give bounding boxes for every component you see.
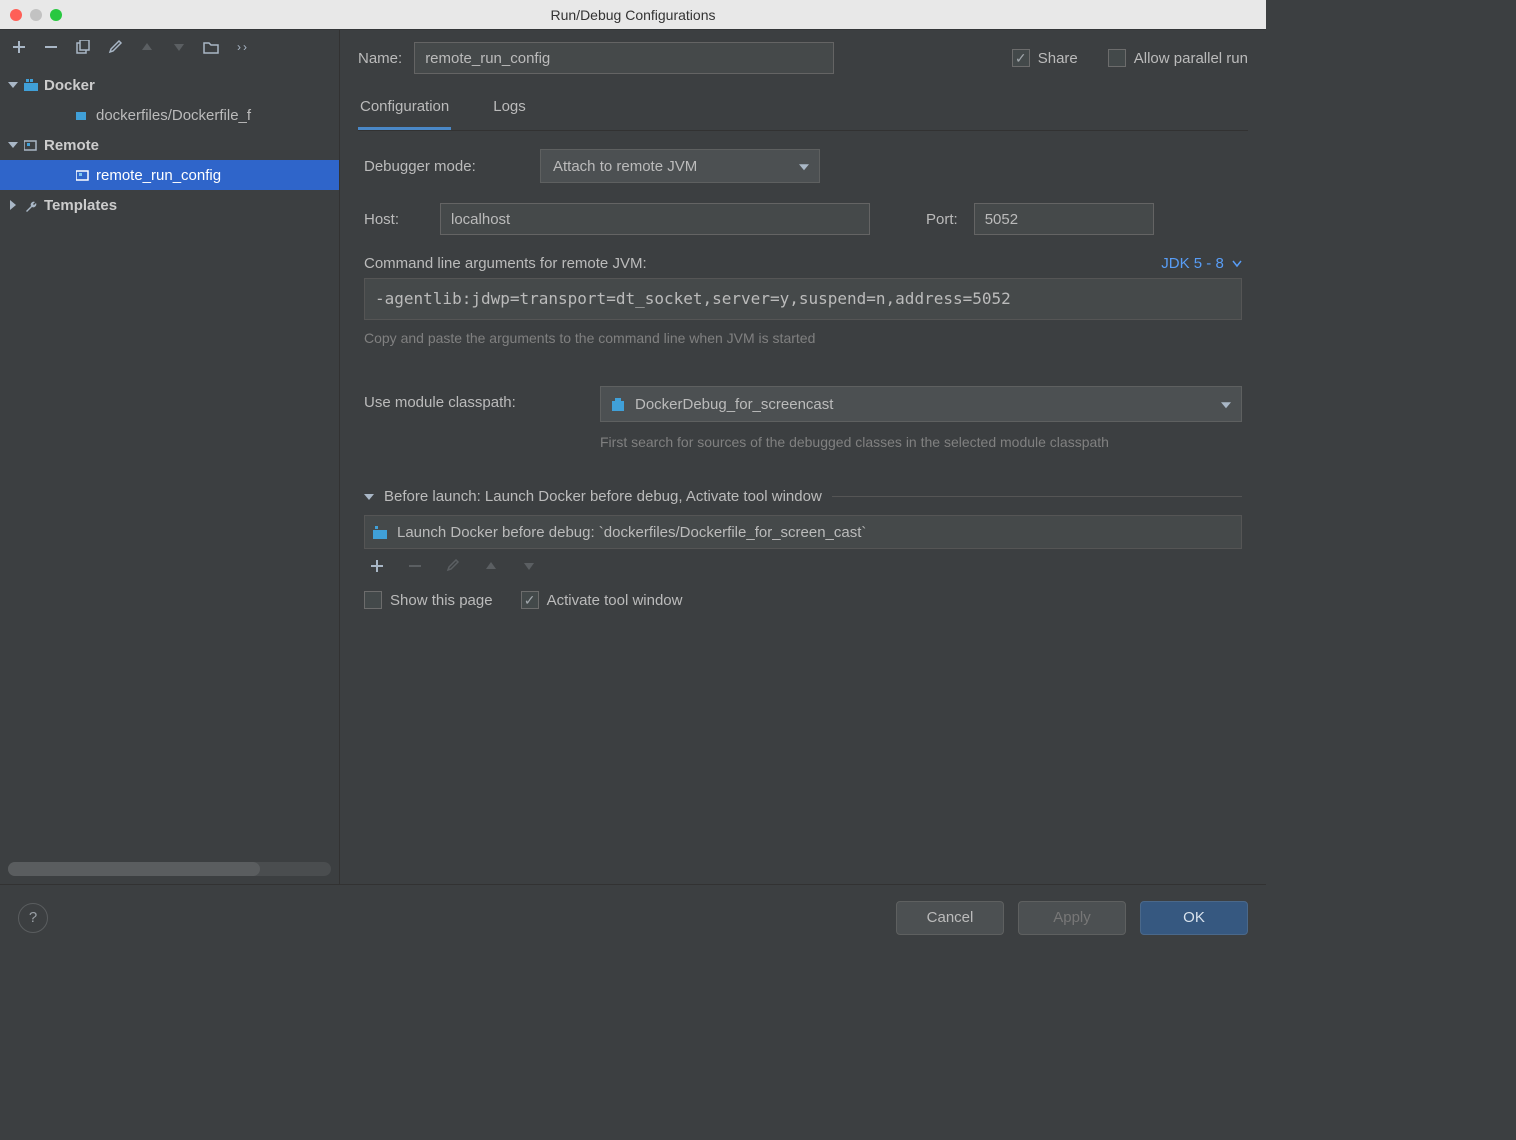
main-area: ›› Docker dockerfiles/Dockerfile_f Remot… — [0, 30, 1266, 884]
show-page-wrapper[interactable]: Show this page — [364, 591, 493, 609]
divider — [832, 496, 1242, 497]
tree-group-label: Docker — [44, 77, 95, 94]
edit-defaults-button[interactable] — [106, 38, 124, 56]
chevron-down-icon — [364, 494, 374, 500]
right-panel: Name: Share Allow parallel run Configura… — [340, 30, 1266, 884]
before-launch-title: Before launch: Launch Docker before debu… — [384, 488, 822, 505]
docker-icon — [24, 79, 38, 91]
module-classpath-row: Use module classpath: DockerDebug_for_sc… — [364, 386, 1242, 450]
tree-item-label: dockerfiles/Dockerfile_f — [96, 107, 251, 124]
bl-edit-button[interactable] — [444, 557, 462, 575]
left-toolbar: ›› — [0, 30, 339, 66]
host-label: Host: — [364, 211, 424, 228]
tree-group-docker[interactable]: Docker — [0, 70, 339, 100]
debugger-mode-row: Debugger mode: Attach to remote JVM — [364, 149, 1242, 183]
cmd-args-header: Command line arguments for remote JVM: J… — [364, 255, 1242, 272]
before-launch-tools — [364, 549, 1242, 591]
tab-configuration[interactable]: Configuration — [358, 92, 451, 130]
dialog-buttons: Cancel Apply OK — [896, 901, 1248, 935]
cancel-button[interactable]: Cancel — [896, 901, 1004, 935]
config-tree: Docker dockerfiles/Dockerfile_f Remote r… — [0, 66, 339, 862]
horizontal-scrollbar[interactable] — [8, 862, 331, 876]
move-down-button[interactable] — [170, 38, 188, 56]
bl-remove-button[interactable] — [406, 557, 424, 575]
remote-config-icon — [76, 169, 90, 181]
share-checkbox-wrapper[interactable]: Share — [1012, 49, 1078, 67]
folder-button[interactable] — [202, 38, 220, 56]
remote-icon — [24, 139, 38, 151]
left-panel: ›› Docker dockerfiles/Dockerfile_f Remot… — [0, 30, 340, 884]
host-port-row: Host: Port: — [364, 203, 1242, 235]
add-config-button[interactable] — [10, 38, 28, 56]
name-label: Name: — [358, 50, 402, 67]
share-label: Share — [1038, 50, 1078, 67]
debugger-mode-select[interactable]: Attach to remote JVM — [540, 149, 820, 183]
bl-add-button[interactable] — [368, 557, 386, 575]
module-classpath-hint: First search for sources of the debugged… — [600, 434, 1160, 450]
window-title: Run/Debug Configurations — [551, 7, 716, 23]
module-icon — [611, 398, 625, 410]
debugger-mode-value: Attach to remote JVM — [553, 158, 697, 175]
name-input[interactable] — [414, 42, 834, 74]
before-launch-checks: Show this page Activate tool window — [364, 591, 1242, 609]
tree-item-remote-run-config[interactable]: remote_run_config — [0, 160, 339, 190]
dialog-footer: ? Cancel Apply OK — [0, 884, 1266, 950]
show-page-label: Show this page — [390, 592, 493, 609]
tabs: Configuration Logs — [358, 92, 1248, 131]
module-classpath-value: DockerDebug_for_screencast — [635, 396, 833, 413]
tree-item-label: remote_run_config — [96, 167, 221, 184]
activate-tool-label: Activate tool window — [547, 592, 683, 609]
tree-group-label: Templates — [44, 197, 117, 214]
bl-move-down-button[interactable] — [520, 557, 538, 575]
remove-config-button[interactable] — [42, 38, 60, 56]
close-window-icon[interactable] — [10, 9, 22, 21]
chevron-right-icon — [10, 200, 16, 210]
help-button[interactable]: ? — [18, 903, 48, 933]
tab-logs[interactable]: Logs — [491, 92, 528, 130]
host-input[interactable] — [440, 203, 870, 235]
allow-parallel-wrapper[interactable]: Allow parallel run — [1108, 49, 1248, 67]
zoom-window-icon[interactable] — [50, 9, 62, 21]
chevron-down-icon — [8, 142, 18, 148]
debugger-mode-label: Debugger mode: — [364, 158, 524, 175]
chevron-down-icon — [8, 82, 18, 88]
wrench-icon — [24, 199, 38, 211]
before-launch-header[interactable]: Before launch: Launch Docker before debu… — [364, 488, 1242, 505]
module-classpath-label: Use module classpath: — [364, 386, 584, 411]
dockerfile-icon — [76, 109, 90, 121]
jdk-version-label: JDK 5 - 8 — [1161, 255, 1224, 272]
cmd-args-label: Command line arguments for remote JVM: — [364, 255, 647, 272]
bl-move-up-button[interactable] — [482, 557, 500, 575]
copy-config-button[interactable] — [74, 38, 92, 56]
move-up-button[interactable] — [138, 38, 156, 56]
minimize-window-icon[interactable] — [30, 9, 42, 21]
cmd-args-hint: Copy and paste the arguments to the comm… — [364, 330, 1242, 346]
activate-tool-checkbox[interactable] — [521, 591, 539, 609]
jdk-version-dropdown[interactable]: JDK 5 - 8 — [1161, 255, 1242, 272]
module-classpath-select[interactable]: DockerDebug_for_screencast — [600, 386, 1242, 422]
apply-button[interactable]: Apply — [1018, 901, 1126, 935]
port-label: Port: — [926, 211, 958, 228]
tree-group-label: Remote — [44, 137, 99, 154]
before-launch-item-label: Launch Docker before debug: `dockerfiles… — [397, 524, 866, 541]
traffic-lights — [0, 9, 62, 21]
configuration-panel: Debugger mode: Attach to remote JVM Host… — [358, 149, 1248, 884]
overflow-button[interactable]: ›› — [234, 38, 252, 56]
tree-group-remote[interactable]: Remote — [0, 130, 339, 160]
allow-parallel-checkbox[interactable] — [1108, 49, 1126, 67]
before-launch-section: Before launch: Launch Docker before debu… — [364, 488, 1242, 609]
port-input[interactable] — [974, 203, 1154, 235]
activate-tool-wrapper[interactable]: Activate tool window — [521, 591, 683, 609]
show-page-checkbox[interactable] — [364, 591, 382, 609]
tree-group-templates[interactable]: Templates — [0, 190, 339, 220]
allow-parallel-label: Allow parallel run — [1134, 50, 1248, 67]
cmd-args-field[interactable]: -agentlib:jdwp=transport=dt_socket,serve… — [364, 278, 1242, 320]
docker-task-icon — [373, 526, 387, 538]
name-row: Name: Share Allow parallel run — [358, 42, 1248, 74]
tree-item-dockerfile[interactable]: dockerfiles/Dockerfile_f — [0, 100, 339, 130]
share-checkbox[interactable] — [1012, 49, 1030, 67]
titlebar: Run/Debug Configurations — [0, 0, 1266, 30]
before-launch-item[interactable]: Launch Docker before debug: `dockerfiles… — [364, 515, 1242, 549]
ok-button[interactable]: OK — [1140, 901, 1248, 935]
